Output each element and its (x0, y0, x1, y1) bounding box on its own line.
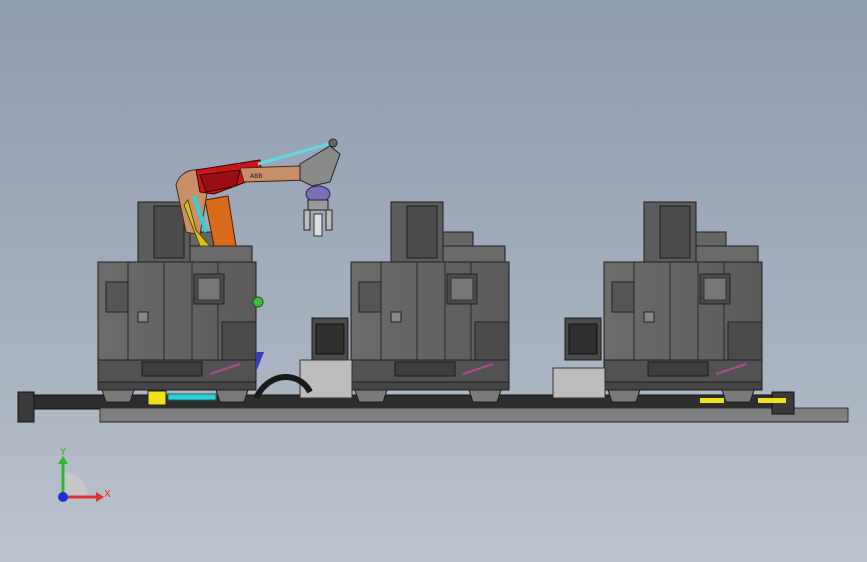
rail-marker-yellow (700, 398, 724, 403)
fixture-station-2[interactable] (552, 317, 606, 399)
linear-rail (17, 391, 849, 423)
carriage-rail-cyan (167, 393, 217, 401)
green-part (252, 296, 264, 308)
assembly-scene[interactable]: ABB Y X (0, 0, 867, 562)
machine-tool-2[interactable] (350, 201, 510, 403)
rail-marker-yellow (758, 398, 786, 403)
carriage-block (147, 390, 167, 406)
y-axis-label: Y (59, 447, 67, 458)
robot-brand-label: ABB (250, 173, 262, 180)
machine-tool-3[interactable] (603, 201, 763, 403)
x-axis-label: X (104, 489, 111, 500)
cad-viewport[interactable]: ABB Y X (0, 0, 867, 562)
abb-robot[interactable]: ABB (175, 138, 341, 247)
coordinate-triad-icon: Y X (58, 447, 111, 502)
blue-part (256, 352, 264, 372)
